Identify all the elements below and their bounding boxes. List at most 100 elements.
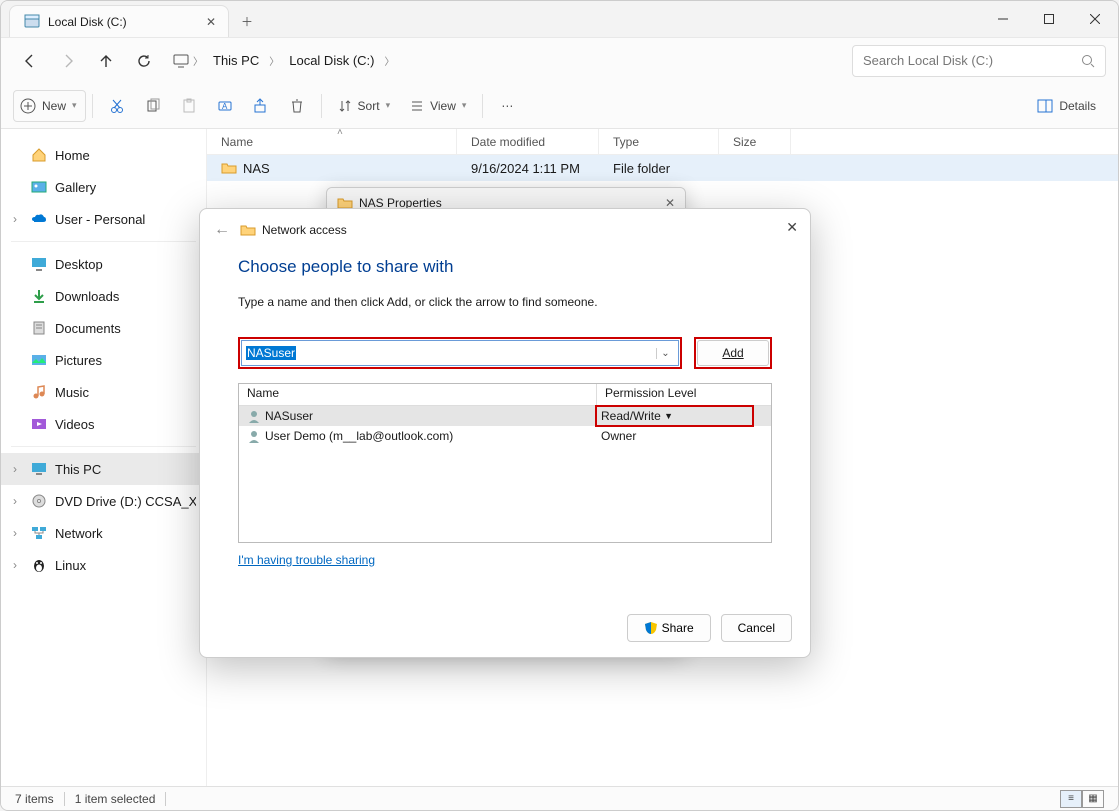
drive-icon xyxy=(24,14,40,30)
sidebar-item-music[interactable]: Music xyxy=(1,376,206,408)
sidebar-item-documents[interactable]: Documents xyxy=(1,312,206,344)
titlebar: Local Disk (C:) ✕ ＋ xyxy=(1,1,1118,37)
gallery-icon xyxy=(31,179,47,195)
share-button[interactable]: Share xyxy=(627,614,711,642)
sidebar-item-network[interactable]: Network xyxy=(1,517,206,549)
user-icon xyxy=(247,429,261,443)
network-access-dialog: ← Network access ✕ Choose people to shar… xyxy=(199,208,811,658)
dialog-title: Network access xyxy=(262,223,347,237)
home-icon xyxy=(31,147,47,163)
column-size[interactable]: Size xyxy=(719,129,791,154)
linux-icon xyxy=(31,557,47,573)
rename-button[interactable]: A xyxy=(207,90,243,122)
music-icon xyxy=(31,384,47,400)
svg-text:A: A xyxy=(222,102,228,111)
sidebar-item-pictures[interactable]: Pictures xyxy=(1,344,206,376)
shield-icon xyxy=(644,621,658,635)
column-name[interactable]: Name xyxy=(207,129,457,154)
dialog-heading: Choose people to share with xyxy=(238,257,772,277)
sidebar-item-home[interactable]: Home xyxy=(1,139,206,171)
monitor-icon xyxy=(173,53,189,69)
file-row-nas[interactable]: NAS 9/16/2024 1:11 PM File folder xyxy=(207,155,1118,181)
copy-button[interactable] xyxy=(135,90,171,122)
sidebar-item-thispc[interactable]: This PC xyxy=(1,453,206,485)
close-icon[interactable]: ✕ xyxy=(786,219,798,236)
paste-button xyxy=(171,90,207,122)
chevron-down-icon: ▾ xyxy=(386,100,391,111)
crumb-localdisk[interactable]: Local Disk (C:) xyxy=(283,49,380,72)
trouble-sharing-link[interactable]: I'm having trouble sharing xyxy=(238,553,772,567)
close-window-button[interactable] xyxy=(1072,1,1118,37)
add-button[interactable]: Add xyxy=(697,340,769,366)
videos-icon xyxy=(31,416,47,432)
chevron-down-icon: ▼ xyxy=(664,411,673,421)
perm-dropdown[interactable]: Read/Write ▼ xyxy=(597,409,771,423)
column-type[interactable]: Type xyxy=(599,129,719,154)
combobox-value: NASuser xyxy=(246,346,296,360)
cut-button[interactable] xyxy=(99,90,135,122)
sort-indicator-icon: ˄ xyxy=(337,127,343,138)
perm-col-level[interactable]: Permission Level xyxy=(597,384,771,405)
perm-col-name[interactable]: Name xyxy=(239,384,597,405)
back-icon[interactable]: ← xyxy=(214,221,230,239)
minimize-button[interactable] xyxy=(980,1,1026,37)
chevron-icon[interactable]: 〉 xyxy=(267,53,281,68)
address-bar: 〉 This PC 〉 Local Disk (C:) 〉 Search Loc… xyxy=(1,37,1118,83)
tab-close-icon[interactable]: ✕ xyxy=(204,15,218,29)
chevron-icon[interactable]: 〉 xyxy=(191,53,205,68)
user-icon xyxy=(247,409,261,423)
search-input[interactable]: Search Local Disk (C:) xyxy=(852,45,1106,77)
sidebar-item-linux[interactable]: Linux xyxy=(1,549,206,581)
column-headers[interactable]: ˄ Name Date modified Type Size xyxy=(207,129,1118,155)
icons-view-button[interactable]: ▦ xyxy=(1082,790,1104,808)
new-button[interactable]: New ▾ xyxy=(13,90,86,122)
maximize-button[interactable] xyxy=(1026,1,1072,37)
up-button[interactable] xyxy=(89,44,123,78)
cancel-button[interactable]: Cancel xyxy=(721,614,792,642)
back-button[interactable] xyxy=(13,44,47,78)
folder-icon xyxy=(221,160,237,176)
navigation-pane: Home Gallery User - Personal Desktop Dow… xyxy=(1,129,207,786)
pictures-icon xyxy=(31,352,47,368)
desktop-icon xyxy=(31,256,47,272)
status-bar: 7 items 1 item selected ≡ ▦ xyxy=(1,786,1118,810)
column-date[interactable]: Date modified xyxy=(457,129,599,154)
thispc-icon xyxy=(31,461,47,477)
sort-button[interactable]: Sort ▾ xyxy=(328,90,401,122)
sidebar-item-desktop[interactable]: Desktop xyxy=(1,248,206,280)
sidebar-item-dvd[interactable]: DVD Drive (D:) CCSA_X64FR xyxy=(1,485,206,517)
refresh-button[interactable] xyxy=(127,44,161,78)
dvd-icon xyxy=(31,493,47,509)
sidebar-item-gallery[interactable]: Gallery xyxy=(1,171,206,203)
perm-row-nasuser[interactable]: NASuser Read/Write ▼ xyxy=(239,406,771,426)
sidebar-item-user[interactable]: User - Personal xyxy=(1,203,206,235)
delete-button[interactable] xyxy=(279,90,315,122)
chevron-icon[interactable]: 〉 xyxy=(382,53,396,68)
window-tab[interactable]: Local Disk (C:) ✕ xyxy=(9,5,229,37)
new-tab-button[interactable]: ＋ xyxy=(229,5,265,37)
folder-icon xyxy=(240,222,256,238)
chevron-down-icon[interactable]: ⌄ xyxy=(656,348,674,359)
highlight-box-input: NASuser ⌄ xyxy=(238,337,682,369)
chevron-down-icon: ▾ xyxy=(462,100,467,111)
sidebar-item-videos[interactable]: Videos xyxy=(1,408,206,440)
search-placeholder: Search Local Disk (C:) xyxy=(863,53,993,68)
search-icon xyxy=(1081,54,1095,68)
details-pane-button[interactable]: Details xyxy=(1027,90,1106,122)
tab-title: Local Disk (C:) xyxy=(48,15,196,29)
share-button[interactable] xyxy=(243,90,279,122)
details-view-button[interactable]: ≡ xyxy=(1060,790,1082,808)
view-button[interactable]: View ▾ xyxy=(400,90,476,122)
item-count: 7 items xyxy=(15,792,54,806)
documents-icon xyxy=(31,320,47,336)
sidebar-item-downloads[interactable]: Downloads xyxy=(1,280,206,312)
crumb-thispc[interactable]: This PC xyxy=(207,49,265,72)
more-button[interactable]: ⋯ xyxy=(489,90,525,122)
forward-button[interactable] xyxy=(51,44,85,78)
downloads-icon xyxy=(31,288,47,304)
perm-row-userdemo[interactable]: User Demo (m__lab@outlook.com) Owner xyxy=(239,426,771,446)
selection-count: 1 item selected xyxy=(75,792,156,806)
permissions-table: Name Permission Level NASuser Read/Write… xyxy=(238,383,772,543)
people-combobox[interactable]: NASuser ⌄ xyxy=(241,340,679,366)
breadcrumb[interactable]: 〉 This PC 〉 Local Disk (C:) 〉 xyxy=(165,49,848,72)
